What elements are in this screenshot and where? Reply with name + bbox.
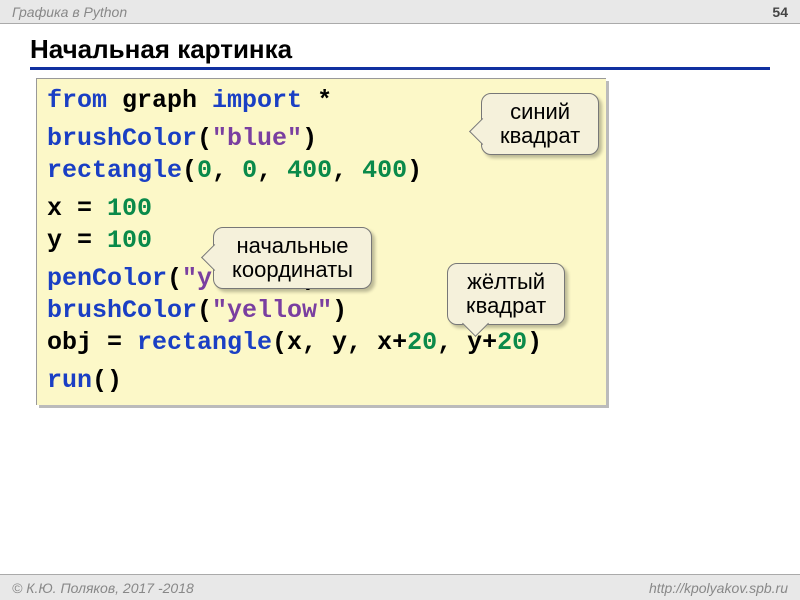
slide-title: Начальная картинка bbox=[30, 34, 770, 70]
footer-url: http://kpolyakov.spb.ru bbox=[649, 580, 788, 596]
code-block: from graph import * brushColor("blue") r… bbox=[36, 78, 606, 405]
code-line: run() bbox=[47, 365, 596, 397]
callout-initial-coords: начальные координаты bbox=[213, 227, 372, 289]
slide-header: Графика в Python 54 bbox=[0, 0, 800, 24]
slide-footer: © К.Ю. Поляков, 2017 -2018 http://kpolya… bbox=[0, 574, 800, 600]
header-topic: Графика в Python bbox=[12, 4, 127, 20]
code-line: x = 100 bbox=[47, 193, 596, 225]
callout-yellow-square: жёлтый квадрат bbox=[447, 263, 565, 325]
callout-blue-square: синий квадрат bbox=[481, 93, 599, 155]
code-line: rectangle(0, 0, 400, 400) bbox=[47, 155, 596, 187]
code-line: obj = rectangle(x, y, x+20, y+20) bbox=[47, 327, 596, 359]
footer-copyright: © К.Ю. Поляков, 2017 -2018 bbox=[12, 580, 194, 596]
page-number: 54 bbox=[772, 4, 788, 20]
